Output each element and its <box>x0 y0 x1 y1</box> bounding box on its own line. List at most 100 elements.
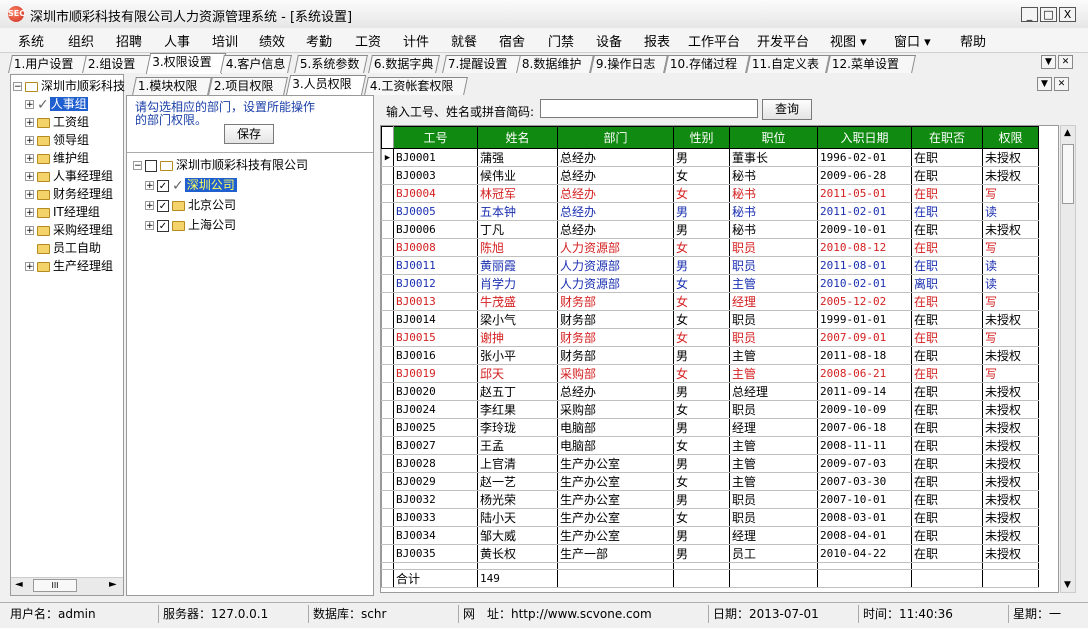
expand-icon[interactable]: + <box>25 226 34 236</box>
expand-icon[interactable]: + <box>25 154 34 164</box>
table-row[interactable]: BJ0004 林冠军 总经办女秘书 2011-05-01 在职写 <box>381 184 1039 203</box>
tree-group-1[interactable]: + 工资组 <box>25 113 89 131</box>
menu-item-5[interactable]: 绩效 <box>259 31 285 50</box>
menu-item-6[interactable]: 考勤 <box>306 31 332 50</box>
tree-group-0[interactable]: + ✓ 人事组 <box>25 95 88 113</box>
main-tab-7[interactable]: 7.提醒设置 <box>442 55 522 73</box>
group-tree-root[interactable]: − 深圳市顺彩科技 <box>13 77 125 95</box>
branch-checkbox[interactable]: ✓ <box>157 219 169 232</box>
table-row[interactable]: BJ0019 邱天 采购部女主管 2008-06-21 在职写 <box>381 364 1039 383</box>
menu-item-3[interactable]: 人事 <box>164 31 190 50</box>
table-row[interactable]: BJ0008 陈旭 人力资源部女职员 2010-08-12 在职写 <box>381 238 1039 257</box>
table-row[interactable]: BJ0005 五本钟 总经办男秘书 2011-02-01 在职读 <box>381 202 1039 221</box>
table-row[interactable]: BJ0027 王孟 电脑部女主管 2008-11-11 在职 未授权 <box>381 436 1039 455</box>
main-tab-10[interactable]: 10.存储过程 <box>664 55 750 73</box>
table-row[interactable]: BJ0020 赵五丁 总经办男总经理 2011-09-14 在职 未授权 <box>381 382 1039 401</box>
table-row[interactable]: BJ0029 赵一艺 生产办公室女主管 2007-03-30 在职 未授权 <box>381 472 1039 491</box>
save-button[interactable]: 保存 <box>224 124 274 144</box>
menu-item-2[interactable]: 招聘 <box>116 31 142 50</box>
table-row[interactable]: BJ0033 陆小天 生产办公室女职员 2008-03-01 在职 未授权 <box>381 508 1039 527</box>
expand-icon[interactable]: + <box>145 181 154 191</box>
table-row[interactable]: BJ0025 李玲珑 电脑部男经理 2007-06-18 在职 未授权 <box>381 418 1039 437</box>
table-row[interactable]: BJ0015 谢抻 财务部女职员 2007-09-01 在职写 <box>381 328 1039 347</box>
main-tab-8[interactable]: 8.数据维护 <box>516 55 594 73</box>
column-header-3[interactable]: 性别 <box>673 126 730 149</box>
main-tab-9[interactable]: 9.操作日志 <box>590 55 668 73</box>
table-row[interactable]: BJ0034 邹大威 生产办公室男经理 2008-04-01 在职 未授权 <box>381 526 1039 545</box>
branch-checkbox[interactable]: ✓ <box>157 179 169 192</box>
collapse-icon[interactable]: − <box>133 161 142 171</box>
tree-group-8[interactable]: 员工自助 <box>25 239 101 257</box>
scroll-up-icon[interactable]: ▲ <box>1064 128 1071 138</box>
column-header-0[interactable]: 工号 <box>393 126 478 149</box>
column-header-5[interactable]: 入职日期 <box>817 126 912 149</box>
menu-item-12[interactable]: 设备 <box>596 31 622 50</box>
expand-icon[interactable]: + <box>25 118 34 128</box>
collapse-icon[interactable]: − <box>13 82 22 92</box>
table-row[interactable]: BJ0028 上官清 生产办公室男主管 2009-07-03 在职 未授权 <box>381 454 1039 473</box>
vertical-scrollbar[interactable]: ▲ ▼ <box>1060 125 1076 593</box>
table-row[interactable]: BJ0003 候伟业 总经办女秘书 2009-06-28 在职 未授权 <box>381 166 1039 185</box>
menu-item-17[interactable]: 窗口 ▾ <box>894 31 931 50</box>
menu-item-0[interactable]: 系统 <box>18 31 44 50</box>
main-tab-3[interactable]: 3.权限设置 <box>145 53 227 74</box>
main-tab-6[interactable]: 6.数据字典 <box>368 55 440 73</box>
tree-group-4[interactable]: + 人事经理组 <box>25 167 113 185</box>
sub-tab-1[interactable]: 1.模块权限 <box>132 77 212 95</box>
column-header-1[interactable]: 姓名 <box>477 126 558 149</box>
menu-item-13[interactable]: 报表 <box>644 31 670 50</box>
sub-tab-3[interactable]: 3.人员权限 <box>285 75 367 96</box>
menu-item-15[interactable]: 开发平台 <box>757 31 809 50</box>
table-row[interactable]: BJ0013 牛茂盛 财务部女经理 2005-12-02 在职写 <box>381 292 1039 311</box>
table-row[interactable]: BJ0016 张小平 财务部男主管 2011-08-18 在职 未授权 <box>381 346 1039 365</box>
subtab-close-icon[interactable]: ✕ <box>1054 77 1069 91</box>
menu-item-18[interactable]: 帮助 <box>960 31 986 50</box>
tree-group-6[interactable]: + IT经理组 <box>25 203 100 221</box>
menu-item-11[interactable]: 门禁 <box>548 31 574 50</box>
main-tab-5[interactable]: 5.系统参数 <box>294 55 368 73</box>
close-button[interactable]: X <box>1059 7 1076 22</box>
expand-icon[interactable]: + <box>25 100 34 110</box>
table-row[interactable]: BJ0035 黄长权 生产一部男员工 2010-04-22 在职 未授权 <box>381 544 1039 563</box>
tree-group-5[interactable]: + 财务经理组 <box>25 185 113 203</box>
main-tab-2[interactable]: 2.组设置 <box>82 55 152 73</box>
expand-icon[interactable]: + <box>25 208 34 218</box>
menu-item-10[interactable]: 宿舍 <box>499 31 525 50</box>
table-row[interactable]: ▶ BJ0001 蒲强 总经办男董事长 1996-02-01 在职 未授权 <box>381 148 1039 167</box>
column-header-6[interactable]: 在职否 <box>911 126 983 149</box>
menu-item-9[interactable]: 就餐 <box>451 31 477 50</box>
main-tab-11[interactable]: 11.自定义表 <box>746 55 830 73</box>
menu-item-14[interactable]: 工作平台 <box>688 31 740 50</box>
branch-node-0[interactable]: + ✓ ✓ 深圳公司 <box>145 176 237 194</box>
branch-node-1[interactable]: + ✓ 北京公司 <box>145 196 236 214</box>
horizontal-scrollbar[interactable]: ◄ III ► <box>11 577 123 595</box>
menu-item-7[interactable]: 工资 <box>355 31 381 50</box>
table-row[interactable]: BJ0024 李红果 采购部女职员 2009-10-09 在职 未授权 <box>381 400 1039 419</box>
menu-item-4[interactable]: 培训 <box>212 31 238 50</box>
scroll-right-icon[interactable]: ► <box>109 579 117 590</box>
scroll-down-icon[interactable]: ▼ <box>1064 580 1071 590</box>
table-row[interactable]: BJ0032 杨光荣 生产办公室男职员 2007-10-01 在职 未授权 <box>381 490 1039 509</box>
expand-icon[interactable]: + <box>25 190 34 200</box>
query-button[interactable]: 查询 <box>762 99 812 120</box>
tree-group-7[interactable]: + 采购经理组 <box>25 221 113 239</box>
company-checkbox[interactable] <box>145 159 157 172</box>
branch-node-2[interactable]: + ✓ 上海公司 <box>145 216 236 234</box>
tree-group-3[interactable]: + 维护组 <box>25 149 89 167</box>
column-header-2[interactable]: 部门 <box>557 126 674 149</box>
company-node[interactable]: − 深圳市顺彩科技有限公司 <box>133 156 308 174</box>
tree-group-9[interactable]: + 生产经理组 <box>25 257 113 275</box>
column-header-4[interactable]: 职位 <box>729 126 818 149</box>
minimize-button[interactable]: _ <box>1021 7 1038 22</box>
expand-icon[interactable]: + <box>25 262 34 272</box>
expand-icon[interactable]: + <box>145 221 154 231</box>
table-row[interactable]: BJ0012 肖学力 人力资源部女主管 2010-02-01 离职读 <box>381 274 1039 293</box>
tab-dropdown-icon[interactable]: ▼ <box>1041 55 1056 69</box>
table-row[interactable]: BJ0014 梁小气 财务部女职员 1999-01-01 在职 未授权 <box>381 310 1039 329</box>
tree-group-2[interactable]: + 领导组 <box>25 131 89 149</box>
menu-item-8[interactable]: 计件 <box>403 31 429 50</box>
maximize-button[interactable]: □ <box>1040 7 1057 22</box>
subtab-dropdown-icon[interactable]: ▼ <box>1037 77 1052 91</box>
menu-item-16[interactable]: 视图 ▾ <box>830 31 867 50</box>
expand-icon[interactable]: + <box>145 201 154 211</box>
